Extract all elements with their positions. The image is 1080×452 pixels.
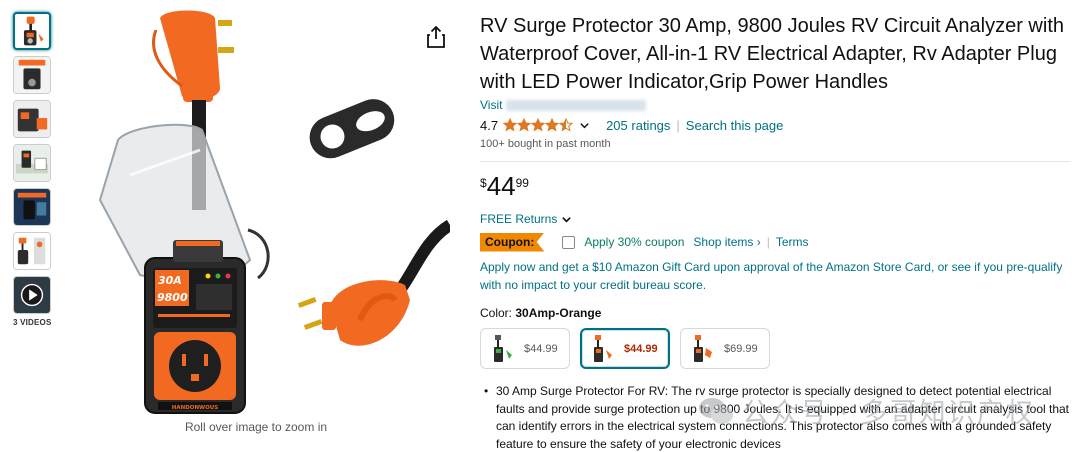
store-card-offer[interactable]: Apply now and get a $10 Amazon Gift Card… — [480, 258, 1070, 294]
feature-bullet-1: 30 Amp Surge Protector For RV: The rv su… — [482, 383, 1070, 452]
coupon-checkbox[interactable] — [562, 235, 576, 249]
thumbnail-4[interactable] — [13, 144, 51, 182]
grip-handle-graphic — [309, 99, 395, 159]
thumbnail-video[interactable] — [13, 276, 51, 314]
store-name-redacted — [506, 100, 647, 112]
side-plug-graphic — [297, 280, 410, 346]
divider — [480, 161, 1070, 162]
videos-count-label: 3 VIDEOS — [13, 318, 52, 327]
swatch-2-thumbnail-icon — [594, 334, 612, 362]
chevron-down-icon[interactable] — [579, 120, 590, 131]
swatch-option-1[interactable]: $44.99 — [480, 328, 570, 369]
color-label-prefix: Color: — [480, 306, 513, 320]
device-amp-text: 30A — [158, 274, 182, 287]
product-details: RV Surge Protector 30 Amp, 9800 Joules R… — [480, 12, 1070, 452]
swatch-option-3[interactable]: $69.99 — [680, 328, 770, 369]
swatch-option-2[interactable]: $44.99 — [580, 328, 670, 369]
thumbnail-3[interactable] — [13, 100, 51, 138]
color-label: Color: 30Amp-Orange — [480, 306, 1070, 320]
star-icon — [503, 118, 518, 132]
visit-store-link[interactable]: Visit — [480, 97, 1070, 113]
star-icon — [559, 118, 574, 132]
product-title: RV Surge Protector 30 Amp, 9800 Joules R… — [480, 15, 1064, 93]
swatch-1-price: $44.99 — [524, 342, 558, 355]
thumbnail-1[interactable] — [13, 12, 51, 50]
price: $ 44 99 — [480, 172, 1070, 202]
device-joules-text: 9800 — [157, 291, 188, 304]
swatch-3-thumbnail-icon — [694, 334, 712, 362]
star-icon — [517, 118, 532, 132]
free-returns-label: FREE Returns — [480, 212, 558, 226]
thumbnail-2[interactable] — [13, 56, 51, 94]
search-this-page-link[interactable]: Search this page — [686, 118, 784, 133]
swatch-3-price: $69.99 — [724, 342, 758, 355]
price-fraction: 99 — [515, 176, 529, 190]
coupon-row: Coupon: Apply 30% coupon Shop items › | … — [480, 232, 1070, 252]
rating-value: 4.7 — [480, 117, 499, 133]
swatch-2-price: $44.99 — [624, 342, 658, 355]
separator: | — [676, 117, 680, 133]
color-value: 30Amp-Orange — [515, 306, 602, 320]
swatch-1-thumbnail-icon — [494, 334, 512, 362]
rating-row: 4.7 205 ratings | Search this page — [480, 115, 1070, 135]
thumbnail-strip: 3 VIDEOS — [10, 12, 54, 327]
bought-badge: 100+ bought in past month — [480, 138, 611, 150]
device-brand-text: HANDONWOUS — [172, 405, 219, 411]
zoom-hint: Roll over image to zoom in — [184, 420, 328, 434]
free-returns-link[interactable]: FREE Returns — [480, 212, 1070, 226]
coupon-separator: | — [766, 235, 770, 249]
ratings-count-link[interactable]: 205 ratings — [606, 118, 670, 133]
visit-label: Visit — [480, 98, 503, 112]
star-icon — [531, 118, 546, 132]
shop-items-link[interactable]: Shop items › — [693, 235, 760, 249]
thumbnail-5[interactable] — [13, 188, 51, 226]
top-plug-graphic — [152, 10, 234, 102]
coupon-text[interactable]: Apply 30% coupon — [584, 235, 684, 249]
chevron-down-icon — [562, 216, 572, 223]
share-icon[interactable] — [426, 25, 446, 48]
feature-bullets: 30 Amp Surge Protector For RV: The rv su… — [480, 383, 1070, 452]
star-icon — [545, 118, 560, 132]
star-rating[interactable] — [503, 118, 574, 132]
price-whole: 44 — [486, 171, 516, 201]
terms-link[interactable]: Terms — [776, 235, 809, 249]
coupon-badge: Coupon: — [480, 232, 545, 252]
main-product-image[interactable]: 30A 9800 HANDONWOUS — [70, 0, 450, 420]
thumbnail-6[interactable] — [13, 232, 51, 270]
price-currency: $ — [480, 176, 487, 190]
color-swatches: $44.99 $44.99 $69.99 — [480, 328, 1070, 369]
